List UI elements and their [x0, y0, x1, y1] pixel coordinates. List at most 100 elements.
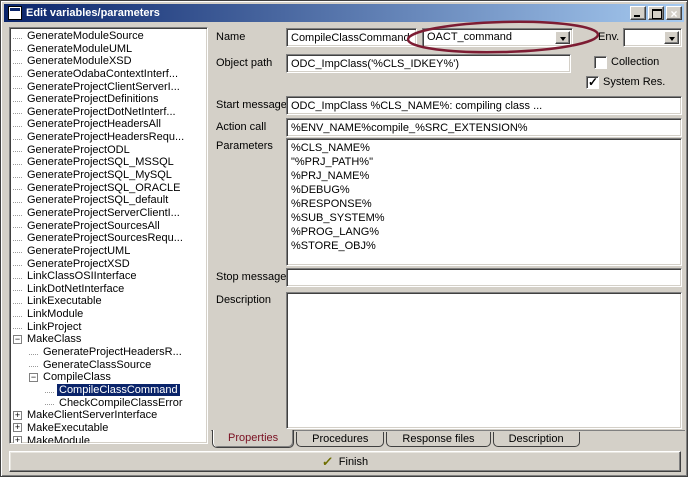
tree-item[interactable]: GenerateProjectDefinitions: [13, 93, 207, 106]
tree-connector: [13, 324, 22, 329]
tree-item[interactable]: GenerateClassSource: [13, 359, 207, 372]
tree-item[interactable]: GenerateProjectXSD: [13, 258, 207, 271]
app-icon[interactable]: [8, 6, 22, 20]
action-call-label: Action call: [216, 118, 266, 137]
checkmark-icon: ✓: [321, 454, 334, 470]
tree-item-label: LinkProject: [25, 321, 83, 333]
tree-item[interactable]: GenerateProjectHeadersRequ...: [13, 131, 207, 144]
tree-item-label: MakeClientServerInterface: [25, 409, 159, 421]
tree-item-label: GenerateProjectServerClientI...: [25, 207, 182, 219]
tree-item[interactable]: GenerateProjectHeadersAll: [13, 118, 207, 131]
tree-item[interactable]: LinkExecutable: [13, 295, 207, 308]
tree-connector: [13, 223, 22, 228]
chevron-down-icon[interactable]: [664, 31, 679, 44]
system-res-label: System Res.: [603, 73, 665, 92]
tree-connector: [13, 173, 22, 178]
tree-item[interactable]: GenerateProjectSQL_default: [13, 194, 207, 207]
tree-item[interactable]: −MakeClass: [13, 333, 207, 346]
collapse-icon[interactable]: −: [29, 373, 38, 382]
chevron-down-icon[interactable]: [555, 31, 570, 44]
tree-item[interactable]: GenerateProjectSourcesRequ...: [13, 232, 207, 245]
finish-button[interactable]: ✓ Finish: [9, 451, 681, 472]
tab-description[interactable]: Description: [493, 432, 580, 447]
close-button[interactable]: [666, 6, 682, 20]
tree-item-label: GenerateProjectSourcesAll: [25, 220, 162, 232]
tree-connector: [13, 160, 22, 165]
tree-item[interactable]: −CompileClass: [13, 371, 207, 384]
tree-item[interactable]: LinkModule: [13, 308, 207, 321]
tree-connector: [13, 147, 22, 152]
tree-connector: [13, 299, 22, 304]
description-textarea[interactable]: [286, 292, 682, 429]
tree-item[interactable]: GenerateProjectSQL_ORACLE: [13, 182, 207, 195]
expand-icon[interactable]: +: [13, 411, 22, 420]
tree-connector: [13, 59, 22, 64]
tree-item[interactable]: GenerateProjectSQL_MSSQL: [13, 156, 207, 169]
tree-connector: [13, 72, 22, 77]
tree-item-label: GenerateProjectSQL_default: [25, 194, 170, 206]
command-type-dropdown[interactable]: OACT_command: [422, 28, 573, 47]
tree-item[interactable]: GenerateProjectODL: [13, 144, 207, 157]
env-dropdown[interactable]: [623, 28, 682, 47]
tab-bar: PropertiesProcedures Response files Descri…: [211, 430, 685, 449]
system-res-checkbox[interactable]: [586, 76, 599, 89]
tree-item[interactable]: CompileClassCommand: [13, 384, 207, 397]
tree-item-label: GenerateModuleXSD: [25, 55, 134, 67]
tree-item[interactable]: GenerateOdabaContextInterf...: [13, 68, 207, 81]
tree-connector: [13, 34, 22, 39]
tree-item[interactable]: LinkDotNetInterface: [13, 283, 207, 296]
tree-connector: [13, 248, 22, 253]
tree-item[interactable]: CheckCompileClassError: [13, 397, 207, 410]
tree-item[interactable]: GenerateProjectSourcesAll: [13, 220, 207, 233]
stop-message-input[interactable]: [286, 268, 682, 287]
tree-item[interactable]: LinkProject: [13, 321, 207, 334]
tree-connector: [13, 286, 22, 291]
tree-item-label: GenerateProjectXSD: [25, 258, 132, 270]
object-path-input[interactable]: [286, 54, 571, 73]
tree-item[interactable]: GenerateProjectHeadersR...: [13, 346, 207, 359]
tree-item[interactable]: GenerateProjectDotNetInterf...: [13, 106, 207, 119]
tab-properties[interactable]: Properties: [212, 430, 294, 448]
parameters-textarea[interactable]: %CLS_NAME% "%PRJ_PATH%" %PRJ_NAME% %DEBU…: [286, 138, 682, 266]
expand-icon[interactable]: +: [13, 423, 22, 432]
tree-item-label: GenerateProjectHeadersR...: [41, 346, 184, 358]
tree-item[interactable]: +MakeModule: [13, 435, 207, 445]
title-bar[interactable]: Edit variables/parameters: [4, 4, 684, 22]
tab-label: Response files: [402, 433, 474, 445]
tree-item-label: GenerateProjectClientServerI...: [25, 81, 182, 93]
maximize-button[interactable]: [648, 6, 664, 20]
tree-item-label: GenerateProjectSourcesRequ...: [25, 232, 185, 244]
tree-item[interactable]: LinkClassOSIInterface: [13, 270, 207, 283]
tree-item-label: MakeClass: [25, 333, 83, 345]
tab-response-files[interactable]: Response files: [386, 432, 490, 447]
collapse-icon[interactable]: −: [13, 335, 22, 344]
tree-connector: [13, 135, 22, 140]
collection-checkbox[interactable]: [594, 56, 607, 69]
tree-connector: [13, 84, 22, 89]
minimize-button[interactable]: [630, 6, 646, 20]
expand-icon[interactable]: +: [13, 436, 22, 444]
name-input[interactable]: [286, 28, 417, 47]
tree-item[interactable]: +MakeClientServerInterface: [13, 409, 207, 422]
tree-item[interactable]: GenerateModuleXSD: [13, 55, 207, 68]
tree-connector: [13, 198, 22, 203]
stop-message-label: Stop message: [216, 268, 286, 287]
variables-tree[interactable]: GenerateModuleSourceGenerateModuleUMLGen…: [9, 27, 208, 444]
tree-item[interactable]: GenerateModuleSource: [13, 30, 207, 43]
tree-connector: [13, 185, 22, 190]
action-call-input[interactable]: [286, 118, 682, 137]
tree-connector: [29, 350, 38, 355]
tree-connector: [29, 362, 38, 367]
tree-item[interactable]: GenerateProjectClientServerI...: [13, 81, 207, 94]
tree-item[interactable]: GenerateProjectSQL_MySQL: [13, 169, 207, 182]
tree-item[interactable]: GenerateProjectUML: [13, 245, 207, 258]
tree-item[interactable]: +MakeExecutable: [13, 422, 207, 435]
tree-connector: [45, 388, 54, 393]
tree-item[interactable]: GenerateModuleUML: [13, 43, 207, 56]
tree-item-label: MakeExecutable: [25, 422, 110, 434]
tab-procedures[interactable]: Procedures: [296, 432, 384, 447]
tree-item[interactable]: GenerateProjectServerClientI...: [13, 207, 207, 220]
tree-item-label: GenerateProjectDefinitions: [25, 93, 160, 105]
window-controls: [630, 6, 682, 20]
start-message-input[interactable]: [286, 96, 682, 115]
